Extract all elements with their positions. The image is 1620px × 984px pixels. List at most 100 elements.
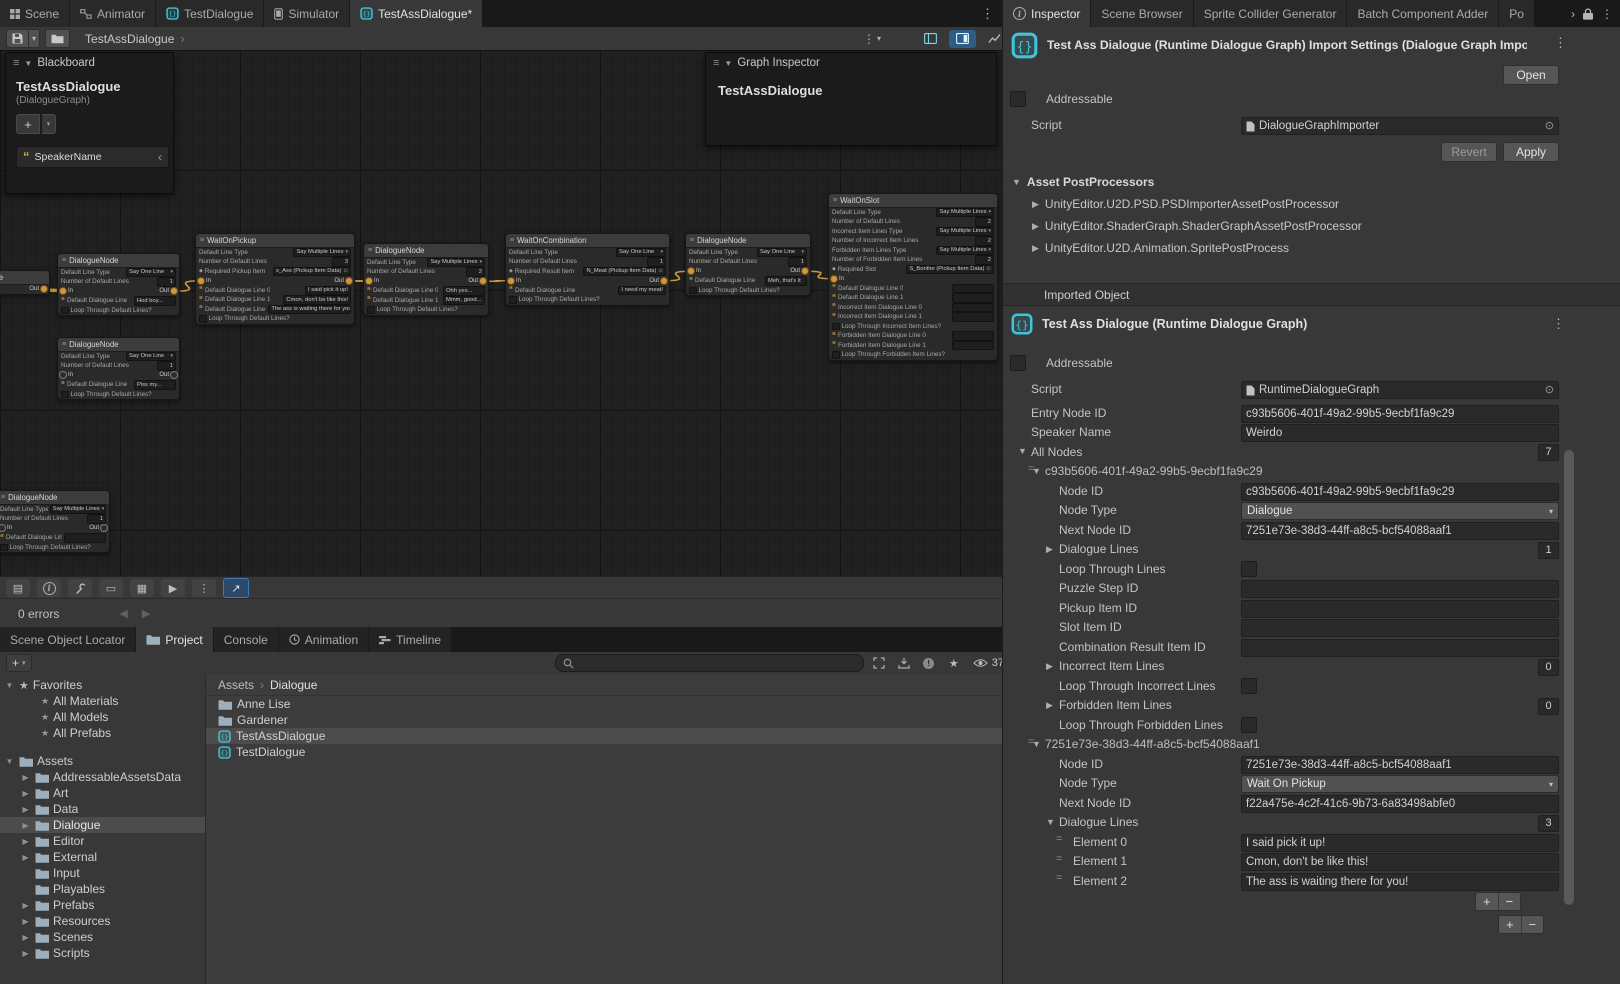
- output-port-dot[interactable]: [802, 268, 808, 274]
- node-number-field[interactable]: 2: [975, 217, 994, 227]
- node-title-bar[interactable]: ≡DialogueNode: [686, 234, 810, 248]
- node-number-field[interactable]: 1: [87, 514, 106, 524]
- tree-folder-scripts[interactable]: ▶Scripts: [0, 945, 205, 961]
- prop-label[interactable]: Dialogue Lines: [1059, 542, 1138, 556]
- node-title-bar[interactable]: ≡DialogueNode: [58, 254, 179, 268]
- lock-icon[interactable]: [1583, 8, 1593, 20]
- expander-icon[interactable]: ▼: [4, 757, 15, 766]
- asset-testdialogue[interactable]: {}TestDialogue: [206, 744, 1002, 760]
- prop-label[interactable]: 7251e73e-38d3-44ff-a8c5-bcf54088aaf1: [1045, 737, 1260, 751]
- tree-folder-art[interactable]: ▶Art: [0, 785, 205, 801]
- graph-node-startnode[interactable]: ≡StartNodeOut: [0, 270, 50, 295]
- tab-testdialogue[interactable]: {}TestDialogue: [156, 0, 264, 27]
- tree-folder-scenes[interactable]: ▶Scenes: [0, 929, 205, 945]
- output-port-dot[interactable]: [171, 288, 177, 294]
- prop-checkbox[interactable]: [1241, 678, 1257, 694]
- node-checkbox[interactable]: [689, 287, 697, 295]
- breadcrumb-dialogue[interactable]: Dialogue: [270, 678, 317, 692]
- tree-folder-input[interactable]: Input: [0, 865, 205, 881]
- node-text-field[interactable]: The ass is waiting there for you!: [268, 305, 351, 315]
- object-picker-icon[interactable]: ⊙: [1545, 383, 1554, 397]
- tab-sprite-collider-generator[interactable]: Sprite Collider Generator: [1194, 0, 1348, 27]
- save-graph-button[interactable]: [6, 29, 28, 48]
- tab-scene[interactable]: Scene: [0, 0, 70, 27]
- node-number-field[interactable]: 2: [466, 267, 485, 277]
- node-text-field[interactable]: Mmm, good...: [443, 296, 485, 306]
- postprocessor-psdimporterassetpostprocessor[interactable]: ▶UnityEditor.U2D.PSD.PSDImporterAssetPos…: [1003, 193, 1620, 215]
- node-dropdown[interactable]: Say One Line▾: [616, 248, 666, 258]
- array-size-field[interactable]: 0: [1538, 698, 1559, 715]
- save-options-dropdown[interactable]: ▾: [28, 29, 40, 48]
- fold-closed-icon[interactable]: ▶: [1032, 221, 1039, 232]
- tree-favorite-all-materials[interactable]: ★All Materials: [0, 693, 205, 709]
- addressable-checkbox[interactable]: [1010, 91, 1026, 107]
- prop-label[interactable]: Forbidden Item Lines: [1059, 698, 1172, 712]
- node-dropdown[interactable]: Say Multiple Lines▾: [50, 505, 106, 515]
- node-dropdown[interactable]: Say Multiple Lines▾: [936, 208, 994, 218]
- previous-error-button[interactable]: ◀: [119, 607, 127, 620]
- prop-checkbox[interactable]: [1241, 717, 1257, 733]
- console-lines-icon[interactable]: ▤: [6, 579, 30, 597]
- expander-icon[interactable]: ▼: [4, 681, 15, 690]
- tree-folder-prefabs[interactable]: ▶Prefabs: [0, 897, 205, 913]
- graph-node-dialoguenode[interactable]: ≡DialogueNodeDefault Line TypeSay Multip…: [0, 490, 110, 553]
- breadcrumb-graph-name[interactable]: TestAssDialogue: [85, 32, 174, 46]
- graph-node-waitonpickup[interactable]: ≡WaitOnPickupDefault Line TypeSay Multip…: [195, 233, 355, 325]
- tab-scene-object-locator[interactable]: Scene Object Locator: [0, 627, 136, 652]
- input-port-dot[interactable]: [688, 268, 694, 274]
- breadcrumb-assets[interactable]: Assets: [218, 678, 254, 692]
- node-text-field[interactable]: [952, 312, 994, 322]
- tab-animator[interactable]: Animator: [70, 0, 156, 27]
- node-object-field[interactable]: N_Meat (Pickup Item Data)⊙: [583, 267, 666, 277]
- prop-label[interactable]: Incorrect Item Lines: [1059, 659, 1164, 673]
- tab-testassdialogue[interactable]: {}TestAssDialogue*: [350, 0, 483, 27]
- node-dropdown[interactable]: Say One Line▾: [757, 248, 807, 258]
- tab-po[interactable]: Po: [1499, 0, 1535, 27]
- expander-icon[interactable]: ▶: [20, 901, 31, 910]
- prop-checkbox[interactable]: [1241, 561, 1257, 577]
- node-checkbox[interactable]: [0, 544, 8, 552]
- fold-open-icon[interactable]: ▼: [24, 59, 32, 68]
- input-port-dot[interactable]: [508, 278, 514, 284]
- prop-value-field[interactable]: Weirdo: [1241, 424, 1559, 442]
- output-port-dot[interactable]: [101, 525, 107, 531]
- node-title-bar[interactable]: ≡StartNode: [0, 271, 49, 285]
- graph-node-dialoguenode[interactable]: ≡DialogueNodeDefault Line TypeSay One Li…: [57, 337, 180, 400]
- expander-icon[interactable]: ▶: [20, 773, 31, 782]
- node-number-field[interactable]: 1: [647, 257, 666, 267]
- tab-scene-browser[interactable]: Scene Browser: [1091, 0, 1193, 27]
- fold-closed-icon[interactable]: ▶: [1046, 544, 1053, 555]
- node-title-bar[interactable]: ≡DialogueNode: [0, 491, 109, 505]
- prop-label[interactable]: All Nodes: [1031, 445, 1082, 459]
- input-port[interactable]: In: [60, 372, 73, 378]
- node-text-field[interactable]: [952, 341, 994, 351]
- node-dropdown[interactable]: Say Multiple Lines▾: [936, 227, 994, 237]
- graph-node-dialoguenode[interactable]: ≡DialogueNodeDefault Line TypeSay One Li…: [57, 253, 180, 316]
- input-port[interactable]: In: [831, 276, 844, 282]
- apply-button[interactable]: Apply: [1503, 142, 1559, 162]
- input-port-dot[interactable]: [0, 525, 5, 531]
- expander-icon[interactable]: ▶: [20, 789, 31, 798]
- prop-label[interactable]: Dialogue Lines: [1059, 815, 1138, 829]
- prop-value-field[interactable]: 7251e73e-38d3-44ff-a8c5-bcf54088aaf1: [1241, 756, 1559, 774]
- postprocessor-shadergraphassetpostprocessor[interactable]: ▶UnityEditor.ShaderGraph.ShaderGraphAsse…: [1003, 215, 1620, 237]
- prop-value-field[interactable]: [1241, 580, 1559, 598]
- node-text-field[interactable]: I said pick it up!: [305, 286, 351, 296]
- object-picker-icon[interactable]: ⊙: [986, 266, 991, 272]
- addressable-checkbox[interactable]: [1010, 355, 1026, 371]
- node-text-field[interactable]: [952, 284, 994, 294]
- tree-folder-addressableassetsdata[interactable]: ▶AddressableAssetsData: [0, 769, 205, 785]
- object-picker-icon[interactable]: ⊙: [658, 268, 663, 274]
- node-number-field[interactable]: 1: [788, 257, 807, 267]
- output-port-dot[interactable]: [346, 278, 352, 284]
- node-title-bar[interactable]: ≡WaitOnCombination: [506, 234, 669, 248]
- array-size-field[interactable]: 3: [1538, 815, 1559, 832]
- output-port[interactable]: Out: [159, 372, 177, 378]
- toggle-blackboard-button[interactable]: [917, 30, 944, 48]
- kebab-icon[interactable]: ⋮: [1554, 35, 1567, 51]
- open-external-icon[interactable]: ↗: [223, 578, 249, 598]
- search-by-label-icon[interactable]: [894, 654, 914, 672]
- node-dropdown[interactable]: Say Multiple Lines▾: [293, 248, 351, 258]
- node-number-field[interactable]: 3: [332, 257, 351, 267]
- object-picker-icon[interactable]: ⊙: [343, 268, 348, 274]
